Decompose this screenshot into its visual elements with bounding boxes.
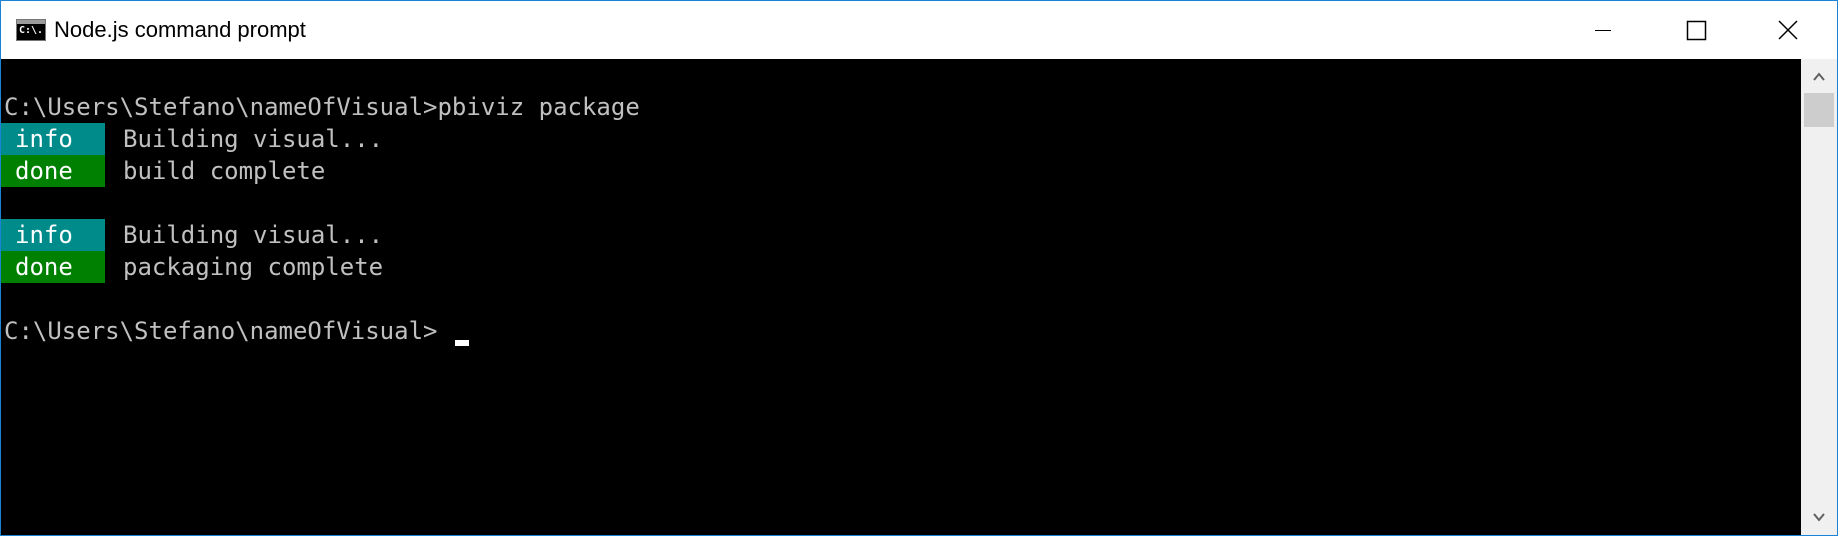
text-cursor bbox=[455, 340, 469, 346]
chevron-up-icon bbox=[1813, 72, 1825, 81]
scroll-down-button[interactable] bbox=[1801, 501, 1837, 535]
minimize-button[interactable] bbox=[1557, 1, 1649, 59]
tag-info: info bbox=[1, 123, 105, 155]
window-title: Node.js command prompt bbox=[54, 17, 306, 42]
console-window: C:\. Node.js command prompt C:\Users\Ste… bbox=[0, 0, 1838, 536]
console-line-prompt: C:\Users\Stefano\nameOfVisual>pbiviz pac… bbox=[4, 93, 640, 121]
console-line-prompt: C:\Users\Stefano\nameOfVisual> bbox=[4, 317, 438, 345]
tag-done: done bbox=[1, 155, 105, 187]
console-line-message: Building visual... bbox=[123, 221, 384, 249]
tag-done: done bbox=[1, 251, 105, 283]
minimize-icon bbox=[1595, 30, 1611, 31]
close-icon bbox=[1778, 20, 1798, 40]
console-line-message: build complete bbox=[123, 157, 326, 185]
maximize-button[interactable] bbox=[1649, 1, 1741, 59]
vertical-scrollbar[interactable] bbox=[1801, 59, 1837, 535]
console-icon[interactable]: C:\. bbox=[16, 19, 46, 41]
scrollbar-thumb[interactable] bbox=[1804, 93, 1834, 127]
maximize-icon bbox=[1686, 20, 1707, 41]
console-icon-text: C:\. bbox=[19, 25, 44, 36]
chevron-down-icon bbox=[1813, 513, 1825, 522]
close-button[interactable] bbox=[1741, 1, 1833, 59]
console-output[interactable]: C:\Users\Stefano\nameOfVisual>pbiviz pac… bbox=[1, 59, 1801, 535]
tag-info: info bbox=[1, 219, 105, 251]
scroll-up-button[interactable] bbox=[1801, 59, 1837, 93]
console-line-message: packaging complete bbox=[123, 253, 384, 281]
title-bar[interactable]: C:\. Node.js command prompt bbox=[1, 1, 1837, 59]
console-line-message: Building visual... bbox=[123, 125, 384, 153]
console-icon-bar bbox=[17, 20, 45, 24]
